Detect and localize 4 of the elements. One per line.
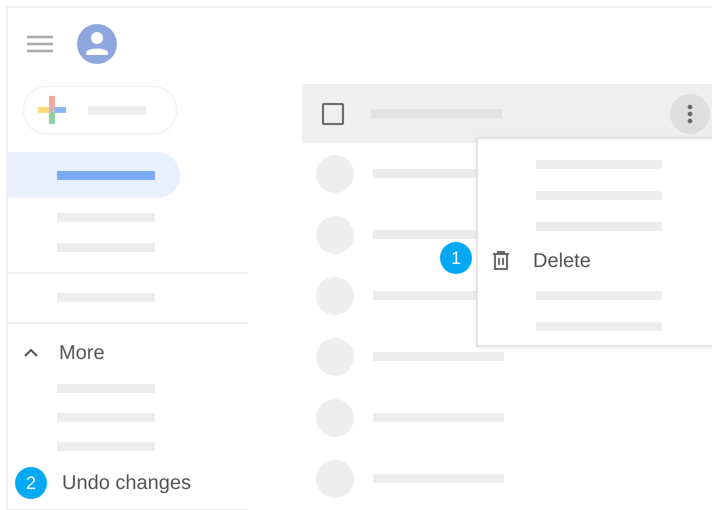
step-badge: 1 bbox=[440, 242, 472, 274]
undo-label: Undo changes bbox=[62, 472, 191, 494]
more-label: More bbox=[59, 342, 105, 364]
step-badge: 2 bbox=[15, 467, 47, 499]
